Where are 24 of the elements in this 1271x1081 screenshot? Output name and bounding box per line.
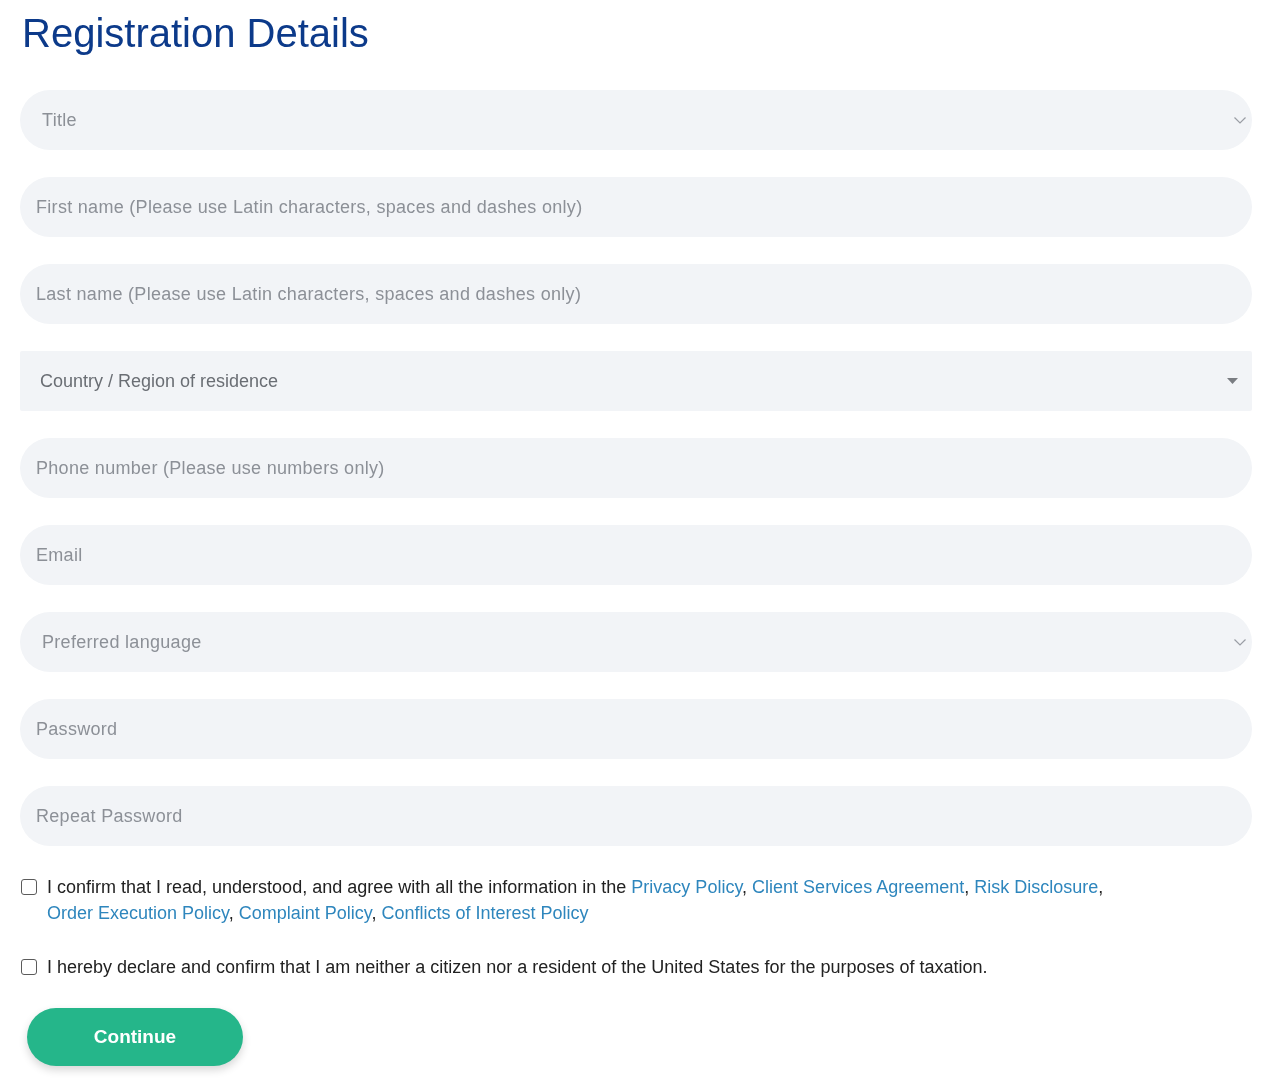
chevron-down-icon: [1234, 638, 1246, 646]
policy-link[interactable]: Client Services Agreement: [752, 877, 965, 897]
input-field[interactable]: Repeat Password: [20, 786, 1252, 846]
agreement-text: I confirm that I read, understood, and agree with all the information in the Privacy Policy, Client Services Agreement, Risk Disclosure, Order Execution Policy, Complaint Policy, Conflicts of Interest Policy: [47, 876, 1105, 925]
chevron-down-icon: [1234, 116, 1246, 124]
input-field[interactable]: Phone number (Please use numbers only): [20, 438, 1252, 498]
policy-link[interactable]: Risk Disclosure: [974, 877, 1099, 897]
dropdown-field[interactable]: Country / Region of residence: [20, 351, 1252, 411]
policy-link[interactable]: Complaint Policy: [238, 903, 372, 923]
dropdown-field[interactable]: Title: [20, 90, 1252, 150]
input-field[interactable]: Email: [20, 525, 1252, 585]
input-field[interactable]: Last name (Please use Latin characters, spaces and dashes only): [20, 264, 1252, 324]
checkbox[interactable]: [21, 959, 37, 975]
policy-link[interactable]: Order Execution Policy: [47, 903, 229, 923]
agreement-text: I hereby declare and confirm that I am neither a citizen nor a resident of the United States for the purposes of taxation.: [47, 956, 988, 979]
caret-down-icon: [1227, 378, 1238, 384]
dropdown-field[interactable]: Preferred language: [20, 612, 1252, 672]
input-field[interactable]: First name (Please use Latin characters, spaces and dashes only): [20, 177, 1252, 237]
policy-link[interactable]: Privacy Policy: [631, 877, 743, 897]
policy-link[interactable]: Conflicts of Interest Policy: [381, 903, 589, 923]
input-field[interactable]: Password: [20, 699, 1252, 759]
checkbox[interactable]: [21, 879, 37, 895]
continue-button[interactable]: Continue: [27, 1008, 243, 1066]
page-heading: Registration Details: [22, 10, 369, 57]
